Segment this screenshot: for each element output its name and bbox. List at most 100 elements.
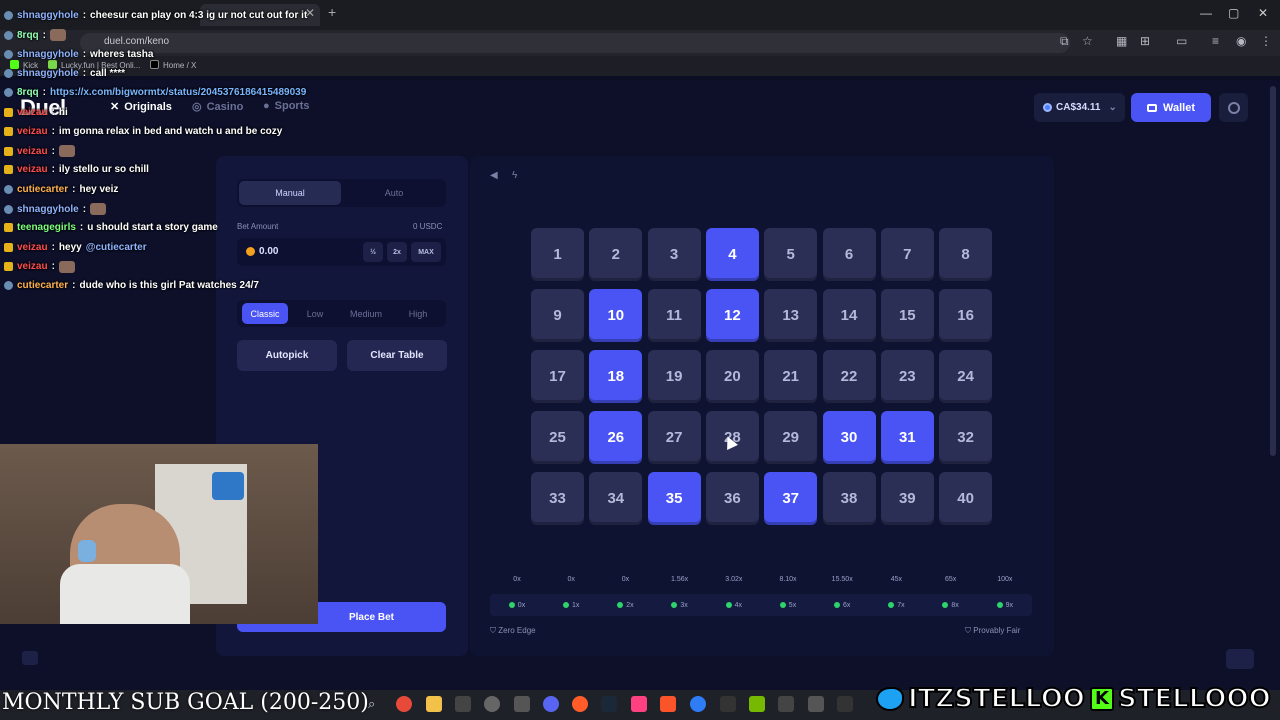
menu-icon[interactable]: ⋮ <box>1260 34 1272 48</box>
nav-casino[interactable]: ◎ Casino <box>192 100 243 114</box>
keno-tile-22[interactable]: 22 <box>822 350 876 403</box>
maximize-icon[interactable]: ▢ <box>1228 6 1239 20</box>
folder-icon[interactable] <box>426 696 442 712</box>
close-window-icon[interactable]: ✕ <box>1258 6 1268 20</box>
keno-tile-16[interactable]: 16 <box>939 289 993 342</box>
chat-username[interactable]: shnaggyhole <box>17 204 79 215</box>
half-bet-button[interactable]: ½ <box>363 242 383 262</box>
nav-originals[interactable]: ✕ Originals <box>110 100 172 114</box>
app-icon[interactable] <box>720 696 736 712</box>
autopick-button[interactable]: Autopick <box>237 340 337 371</box>
chat-username[interactable]: veizau <box>17 261 48 272</box>
minimize-icon[interactable]: — <box>1200 6 1212 20</box>
chat-username[interactable]: veizau <box>17 107 48 118</box>
nav-sports[interactable]: ● Sports <box>263 100 310 112</box>
max-bet-button[interactable]: MAX <box>411 242 441 262</box>
keno-tile-1[interactable]: 1 <box>531 228 584 281</box>
discord-icon[interactable] <box>543 696 559 712</box>
app-icon[interactable] <box>837 696 853 712</box>
keno-tile-4[interactable]: 4 <box>705 228 759 281</box>
keno-tile-7[interactable]: 7 <box>880 228 934 281</box>
chat-text[interactable]: https://x.com/bigwormtx/status/204537618… <box>50 87 306 98</box>
puzzle-icon[interactable]: ⊞ <box>1140 34 1150 48</box>
brave-icon[interactable] <box>660 696 676 712</box>
chat-username[interactable]: cutiecarter <box>17 280 68 291</box>
app-icon[interactable] <box>455 696 471 712</box>
keno-tile-38[interactable]: 38 <box>822 472 876 525</box>
profile-icon[interactable]: ◉ <box>1236 34 1246 48</box>
lightning-icon[interactable]: ϟ <box>512 170 517 181</box>
user-menu-button[interactable] <box>1219 93 1248 122</box>
keno-tile-39[interactable]: 39 <box>880 472 934 525</box>
nvidia-icon[interactable] <box>749 696 765 712</box>
speaker-icon[interactable]: ◀ <box>490 170 498 181</box>
double-bet-button[interactable]: 2x <box>387 242 407 262</box>
app-icon[interactable] <box>808 696 824 712</box>
keno-tile-20[interactable]: 20 <box>705 350 759 403</box>
chat-toggle-icon[interactable] <box>22 651 38 665</box>
notepad-icon[interactable] <box>514 696 530 712</box>
wallet-button[interactable]: Wallet <box>1131 93 1211 122</box>
keno-tile-19[interactable]: 19 <box>647 350 701 403</box>
keno-tile-40[interactable]: 40 <box>939 472 993 525</box>
keno-tile-9[interactable]: 9 <box>531 289 584 342</box>
chat-username[interactable]: shnaggyhole <box>17 10 79 21</box>
keno-tile-12[interactable]: 12 <box>705 289 759 342</box>
keno-tile-8[interactable]: 8 <box>939 228 993 281</box>
app-icon[interactable] <box>690 696 706 712</box>
keno-tile-24[interactable]: 24 <box>939 350 993 403</box>
chat-username[interactable]: 8rqq <box>17 87 39 98</box>
chat-username[interactable]: teenagegirls <box>17 222 76 233</box>
url-field[interactable] <box>80 33 1070 53</box>
support-icon[interactable] <box>1226 649 1254 669</box>
page-scrollbar[interactable] <box>1270 86 1276 456</box>
obs-icon[interactable] <box>484 696 500 712</box>
keno-tile-6[interactable]: 6 <box>822 228 876 281</box>
steam-icon[interactable] <box>601 696 617 712</box>
keno-tile-31[interactable]: 31 <box>880 411 934 464</box>
chat-username[interactable]: shnaggyhole <box>17 49 79 60</box>
risk-high[interactable]: High <box>396 303 440 324</box>
cast-icon[interactable]: ⧉ <box>1060 34 1069 49</box>
keno-tile-35[interactable]: 35 <box>647 472 701 525</box>
chat-username[interactable]: veizau <box>17 126 48 137</box>
chat-username[interactable]: cutiecarter <box>17 184 68 195</box>
keno-tile-37[interactable]: 37 <box>764 472 818 525</box>
chat-username[interactable]: veizau <box>17 146 48 157</box>
bet-amount-value[interactable]: 0.00 <box>259 246 278 257</box>
provably-fair-link[interactable]: ⛉ Provably Fair <box>965 626 1020 636</box>
url-text[interactable]: duel.com/keno <box>104 36 169 47</box>
app-icon[interactable] <box>778 696 794 712</box>
risk-classic[interactable]: Classic <box>242 303 288 324</box>
clear-table-button[interactable]: Clear Table <box>347 340 447 371</box>
risk-low[interactable]: Low <box>294 303 336 324</box>
chat-username[interactable]: 8rqq <box>17 30 39 41</box>
keno-tile-29[interactable]: 29 <box>764 411 818 464</box>
chat-username[interactable]: shnaggyhole <box>17 68 79 79</box>
search-icon[interactable]: ⌕ <box>368 696 384 712</box>
risk-medium[interactable]: Medium <box>342 303 390 324</box>
keno-tile-14[interactable]: 14 <box>822 289 876 342</box>
bookmark-x[interactable]: Home / X <box>150 60 196 70</box>
new-tab-icon[interactable]: + <box>328 4 336 20</box>
star-icon[interactable]: ☆ <box>1082 34 1093 48</box>
keno-tile-18[interactable]: 18 <box>589 350 643 403</box>
firefox-icon[interactable] <box>572 696 588 712</box>
keno-tile-17[interactable]: 17 <box>531 350 584 403</box>
keno-tile-11[interactable]: 11 <box>647 289 701 342</box>
keno-tile-5[interactable]: 5 <box>764 228 818 281</box>
keno-tile-26[interactable]: 26 <box>589 411 643 464</box>
keno-tile-30[interactable]: 30 <box>822 411 876 464</box>
manual-tab[interactable]: Manual <box>239 181 341 205</box>
auto-tab[interactable]: Auto <box>343 181 445 205</box>
extension-icon[interactable]: ▦ <box>1116 34 1127 48</box>
keno-tile-25[interactable]: 25 <box>531 411 584 464</box>
keno-tile-23[interactable]: 23 <box>880 350 934 403</box>
keno-tile-27[interactable]: 27 <box>647 411 701 464</box>
keno-tile-3[interactable]: 3 <box>647 228 701 281</box>
keno-tile-15[interactable]: 15 <box>880 289 934 342</box>
sidebar-icon[interactable]: ▭ <box>1176 34 1187 48</box>
chrome-icon[interactable] <box>396 696 412 712</box>
app-icon[interactable] <box>631 696 647 712</box>
keno-tile-2[interactable]: 2 <box>589 228 643 281</box>
